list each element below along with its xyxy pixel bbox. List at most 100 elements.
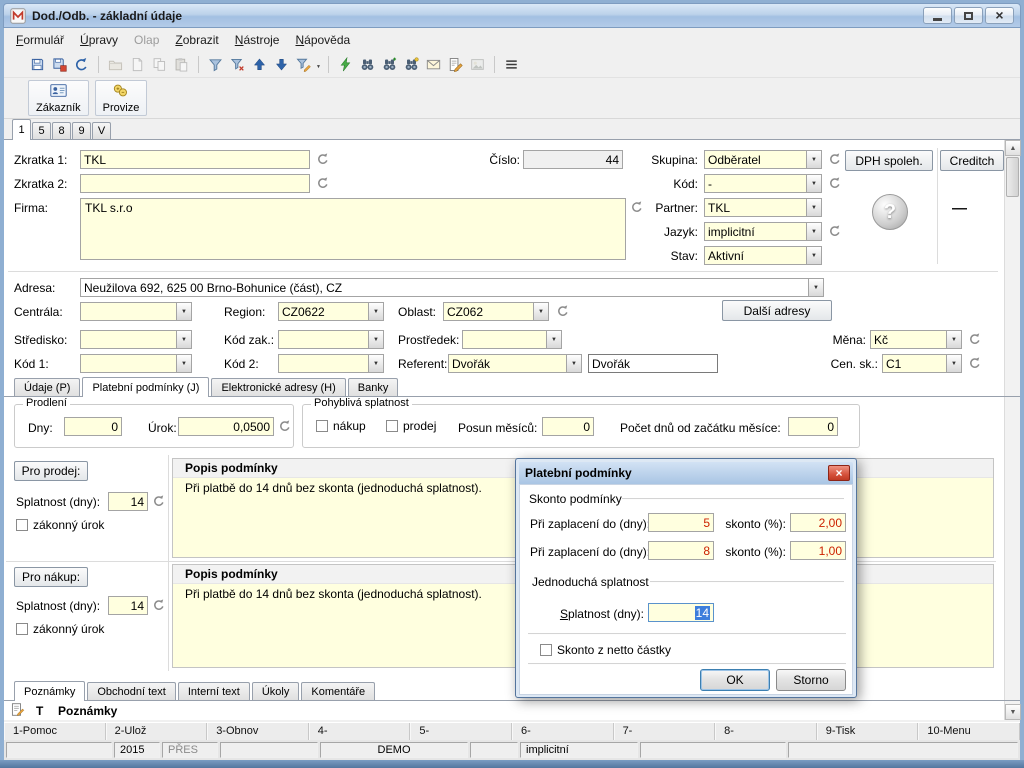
kod-zak-combo[interactable] [278, 330, 384, 349]
dph-spoleh-button[interactable]: DPH spoleh. [845, 150, 933, 171]
fkey-2[interactable]: 2-Ulož [106, 723, 208, 740]
fkey-9[interactable]: 9-Tisk [817, 723, 919, 740]
stredisko-combo[interactable] [80, 330, 192, 349]
minimize-button[interactable] [923, 7, 952, 24]
skonto1-field[interactable]: 2,00 [790, 513, 846, 532]
region-combo[interactable]: CZ0622 [278, 302, 384, 321]
referent-combo[interactable]: Dvořák [448, 354, 582, 373]
page-tab-8[interactable]: 8 [52, 122, 71, 139]
page-tab-9[interactable]: 9 [72, 122, 91, 139]
kod-combo[interactable]: - [704, 174, 822, 193]
revert-icon[interactable] [278, 419, 293, 434]
tab-obchodni-text[interactable]: Obchodní text [87, 682, 176, 700]
undo-icon[interactable] [72, 55, 91, 74]
dropdown-arrow-icon[interactable] [368, 303, 383, 320]
filter-edit-icon[interactable] [294, 55, 313, 74]
creditcheck-button[interactable]: Creditch [940, 150, 1004, 171]
dropdown-arrow-icon[interactable] [806, 247, 821, 264]
dialog-titlebar[interactable]: Platební podmínky [519, 462, 853, 484]
find-all-icon[interactable] [402, 55, 421, 74]
dropdown-arrow-icon[interactable] [176, 303, 191, 320]
fkey-3[interactable]: 3-Obnov [207, 723, 309, 740]
tab-poznamky[interactable]: Poznámky [14, 681, 85, 701]
fkey-5[interactable]: 5- [410, 723, 512, 740]
splatnost-nakup-field[interactable]: 14 [108, 596, 148, 615]
prodej-checkbox[interactable] [386, 420, 398, 432]
zakonny-urok-nakup-checkbox[interactable] [16, 623, 28, 635]
dropdown-arrow-icon[interactable] [806, 151, 821, 168]
kod2-combo[interactable] [278, 354, 384, 373]
firma-field[interactable]: TKL s.r.o [80, 198, 626, 260]
dny-field[interactable]: 0 [64, 417, 122, 436]
close-button[interactable] [985, 7, 1014, 24]
mena-combo[interactable]: Kč [870, 330, 962, 349]
dalsi-adresy-button[interactable]: Další adresy [722, 300, 832, 321]
revert-icon[interactable] [968, 356, 983, 371]
referent-text-field[interactable]: Dvořák [588, 354, 718, 373]
fkey-7[interactable]: 7- [614, 723, 716, 740]
dropdown-arrow-icon[interactable] [806, 199, 821, 216]
storno-button[interactable]: Storno [776, 669, 846, 691]
fkey-6[interactable]: 6- [512, 723, 614, 740]
tab-interni-text[interactable]: Interní text [178, 682, 250, 700]
zaplaceni1-field[interactable]: 5 [648, 513, 714, 532]
tab-elektronicke-adresy[interactable]: Elektronické adresy (H) [211, 378, 345, 396]
dropdown-arrow-icon[interactable] [533, 303, 548, 320]
stav-combo[interactable]: Aktivní [704, 246, 822, 265]
filter-icon[interactable] [206, 55, 225, 74]
menu-formular[interactable]: Formulář [8, 30, 72, 50]
ok-button[interactable]: OK [700, 669, 770, 691]
adresa-combo[interactable]: Neužilova 692, 625 00 Brno-Bohunice (čás… [80, 278, 824, 297]
dropdown-arrow-icon[interactable] [176, 331, 191, 348]
tab-udaje[interactable]: Údaje (P) [14, 378, 80, 396]
titlebar[interactable]: Dod./Odb. - základní údaje [3, 3, 1021, 28]
dropdown-arrow-icon[interactable] [546, 331, 561, 348]
zkratka2-field[interactable] [80, 174, 310, 193]
dropdown-arrow-icon[interactable] [946, 355, 961, 372]
pro-prodej-button[interactable]: Pro prodej: [14, 461, 88, 481]
page-tab-5[interactable]: 5 [32, 122, 51, 139]
fkey-10[interactable]: 10-Menu [918, 723, 1020, 740]
posun-field[interactable]: 0 [542, 417, 594, 436]
zkratka1-field[interactable]: TKL [80, 150, 310, 169]
revert-icon[interactable] [152, 494, 167, 509]
dropdown-arrow-icon[interactable] [368, 331, 383, 348]
dialog-close-button[interactable] [828, 465, 850, 481]
find-next-icon[interactable] [380, 55, 399, 74]
menu-upravy[interactable]: Úpravy [72, 30, 126, 50]
jazyk-combo[interactable]: implicitní [704, 222, 822, 241]
menu-zobrazit[interactable]: Zobrazit [167, 30, 226, 50]
move-up-icon[interactable] [250, 55, 269, 74]
dropdown-arrow-icon[interactable] [808, 279, 823, 296]
pocet-field[interactable]: 0 [788, 417, 838, 436]
menu-nastroje[interactable]: Nástroje [227, 30, 288, 50]
refresh-icon[interactable] [336, 55, 355, 74]
save-icon[interactable] [28, 55, 47, 74]
question-ball-icon[interactable] [872, 194, 908, 230]
skonto-netto-checkbox[interactable] [540, 644, 552, 656]
edit-text-icon[interactable] [446, 55, 465, 74]
revert-icon[interactable] [316, 152, 331, 167]
revert-icon[interactable] [828, 152, 843, 167]
partner-combo[interactable]: TKL [704, 198, 822, 217]
zaplaceni2-field[interactable]: 8 [648, 541, 714, 560]
skonto2-field[interactable]: 1,00 [790, 541, 846, 560]
skupina-combo[interactable]: Odběratel [704, 150, 822, 169]
dropdown-arrow-icon[interactable] [566, 355, 581, 372]
nakup-checkbox[interactable] [316, 420, 328, 432]
urok-field[interactable]: 0,0500 [178, 417, 274, 436]
page-tab-v[interactable]: V [92, 122, 111, 139]
dropdown-arrow-icon[interactable] [806, 223, 821, 240]
dialog-splatnost-field[interactable]: 14 [648, 603, 714, 622]
menu-napoveda[interactable]: Nápověda [287, 30, 358, 50]
fkey-1[interactable]: 1-Pomoc [4, 723, 106, 740]
tab-banky[interactable]: Banky [348, 378, 399, 396]
find-icon[interactable] [358, 55, 377, 74]
maximize-button[interactable] [954, 7, 983, 24]
dropdown-arrow-icon[interactable] [176, 355, 191, 372]
revert-icon[interactable] [828, 224, 843, 239]
dropdown-caret-icon[interactable] [316, 55, 321, 73]
zakaznik-button[interactable]: Zákazník [28, 80, 89, 116]
list-menu-icon[interactable] [502, 55, 521, 74]
censk-combo[interactable]: C1 [882, 354, 962, 373]
